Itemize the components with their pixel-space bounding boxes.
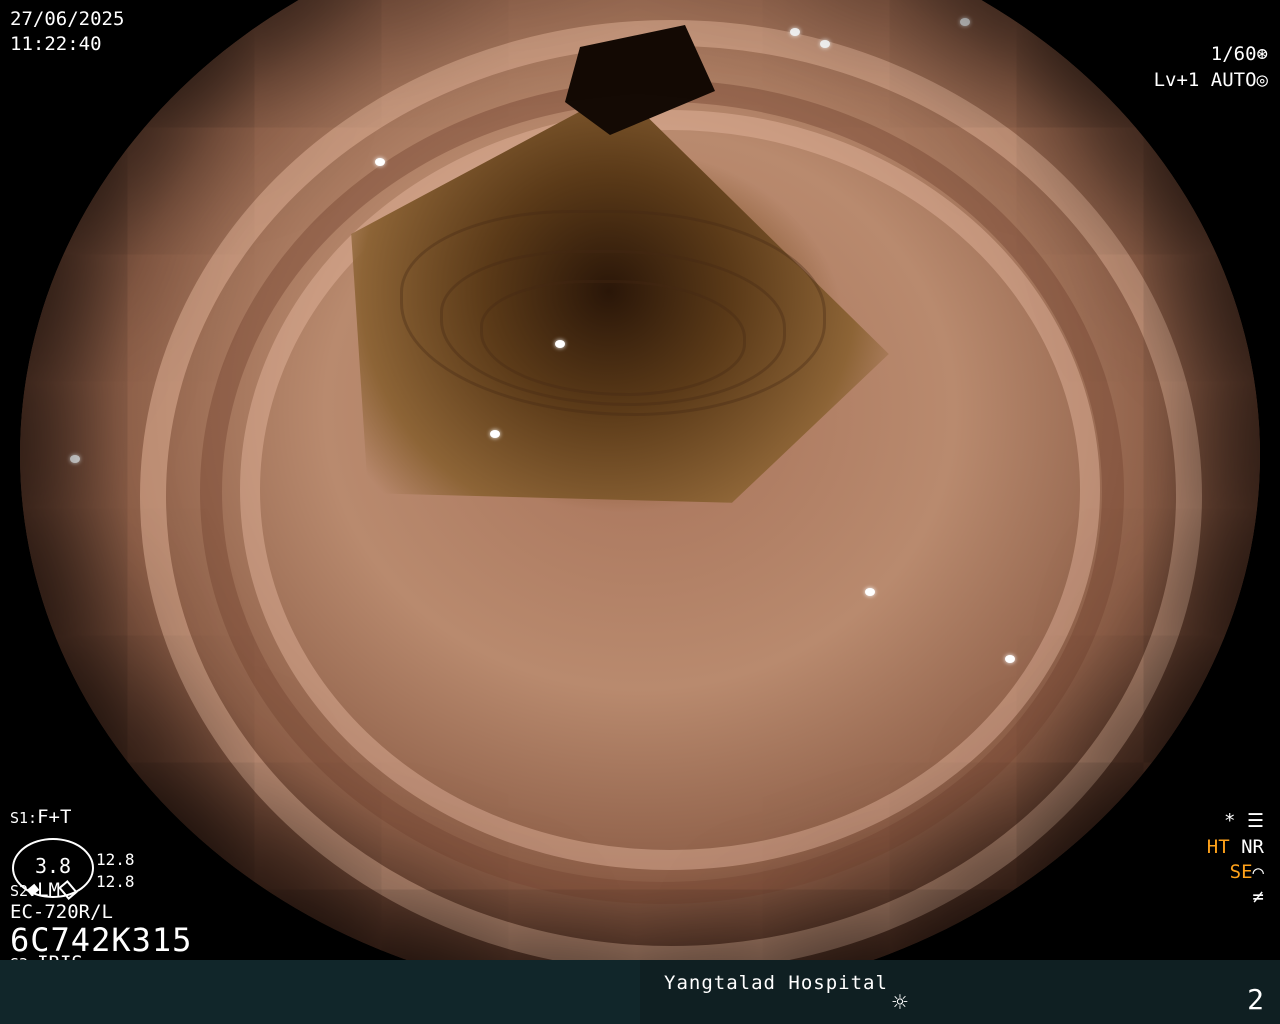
date-text: 27/06/2025 — [10, 8, 125, 30]
light-reflection — [260, 918, 270, 926]
brightness-level: Lv+1 AUTO◎ — [1154, 68, 1268, 92]
level-value: Lv+1 — [1153, 69, 1200, 91]
aperture-icon: ⊛ — [1256, 43, 1268, 65]
ht-indicator: HT — [1206, 836, 1230, 858]
time-text: 11:22:40 — [10, 33, 102, 55]
endoscopic-image — [20, 0, 1260, 1000]
status-row-4: ≠ — [1252, 886, 1264, 908]
setting-value: F+T — [37, 806, 72, 828]
hospital-name: Yangtalad Hospital — [664, 972, 888, 994]
vignette — [20, 0, 1260, 1000]
image-number: 2 — [1247, 983, 1264, 1016]
asterisk-text: * — [1224, 810, 1236, 832]
status-row-3: SE⌒ — [1230, 861, 1264, 883]
shutter-value: 1/60 — [1210, 43, 1257, 65]
insertion-gauge: 3.8 — [12, 838, 94, 900]
gauge-value: 3.8 — [34, 854, 72, 878]
status-row-2: HT NR — [1207, 836, 1264, 858]
gauge-bottom-value: 12.8 — [96, 872, 135, 891]
mode-value: AUTO — [1210, 69, 1257, 91]
iris-icon: ◎ — [1256, 69, 1268, 91]
settings-list-icon: ☰ — [1246, 810, 1264, 832]
nr-indicator: NR — [1241, 836, 1264, 858]
se-indicator: SE — [1229, 861, 1253, 883]
status-row-1: * ☰ — [1224, 810, 1264, 832]
scope-serial: 6C742K315 — [10, 921, 193, 959]
curve-icon: ⌒ — [1252, 861, 1264, 883]
gauge-top-value: 12.8 — [96, 850, 135, 869]
setting-key: S1: — [10, 809, 38, 827]
setting-s1: S1:F+T — [10, 805, 83, 830]
shutter-speed: 1/60⊛ — [1211, 42, 1268, 66]
footer-left-bar — [0, 960, 640, 1024]
sun-icon: ☼ — [892, 988, 908, 1018]
